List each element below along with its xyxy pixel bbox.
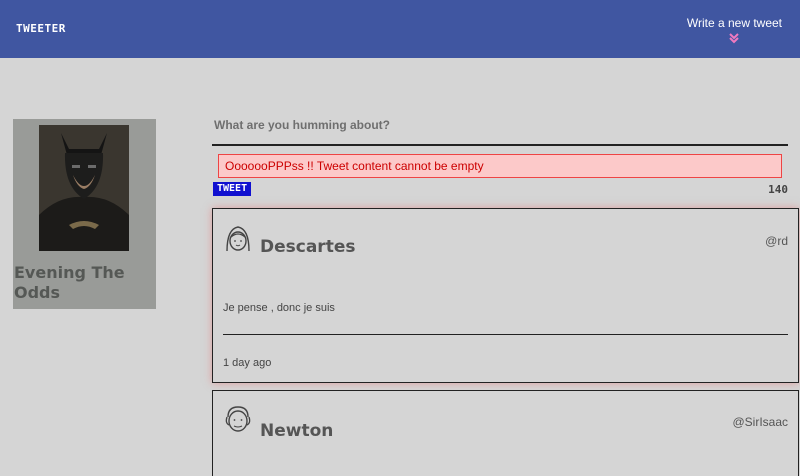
write-new-tweet-label: Write a new tweet [686,16,782,30]
tweet-card: Newton @SirIsaac [212,390,799,476]
brand-logo[interactable]: TWEETER [16,22,66,35]
tweet-card: Descartes @rd Je pense , donc je suis 1 … [212,208,799,383]
write-new-tweet-toggle[interactable]: Write a new tweet [687,16,782,44]
tweet-author-name: Descartes [260,237,356,257]
top-nav: TWEETER Write a new tweet [0,0,800,58]
char-counter: 140 [768,183,788,196]
tweet-input-underline [212,144,788,146]
man-face-icon [225,406,251,432]
tweet-content: Je pense , donc je suis [223,302,335,314]
chevron-double-down-icon [729,33,740,44]
error-message: OoooooPPPss !! Tweet content cannot be e… [218,154,782,178]
tweet-timestamp: 1 day ago [223,357,272,369]
tweet-input-placeholder[interactable]: What are you humming about? [214,118,390,132]
tweet-author-name: Newton [260,421,334,441]
tweet-author-handle: @SirIsaac [732,415,788,429]
tweet-divider [223,334,788,335]
profile-avatar [39,125,129,251]
girl-face-icon [226,226,250,252]
tweet-button[interactable]: TWEET [213,182,252,196]
profile-card: Evening The Odds [13,119,156,309]
profile-name: Evening The Odds [14,263,125,302]
batman-portrait [39,125,129,251]
tweet-author-handle: @rd [765,234,788,248]
